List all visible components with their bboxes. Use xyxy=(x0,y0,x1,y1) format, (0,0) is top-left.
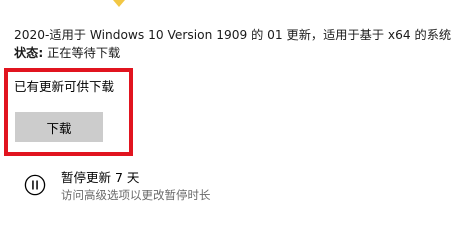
pause-updates-title: 暂停更新 7 天 xyxy=(61,170,140,185)
updates-available-message: 已有更新可供下载 xyxy=(14,79,115,94)
update-title: 2020-适用于 Windows 10 Version 1909 的 01 更新… xyxy=(14,28,452,42)
pause-updates-subtitle: 访问高级选项以更改暂停时长 xyxy=(61,188,211,202)
windows-update-panel: 2020-适用于 Windows 10 Version 1909 的 01 更新… xyxy=(0,0,473,212)
download-button[interactable]: 下载 xyxy=(15,112,103,142)
update-status: 状态: 正在等待下载 xyxy=(14,45,120,61)
status-value: 正在等待下载 xyxy=(43,46,121,60)
warning-icon xyxy=(113,0,125,7)
pause-updates-option[interactable]: 暂停更新 7 天 访问高级选项以更改暂停时长 xyxy=(24,168,324,208)
status-label: 状态: xyxy=(14,46,44,60)
pause-icon xyxy=(24,174,46,196)
